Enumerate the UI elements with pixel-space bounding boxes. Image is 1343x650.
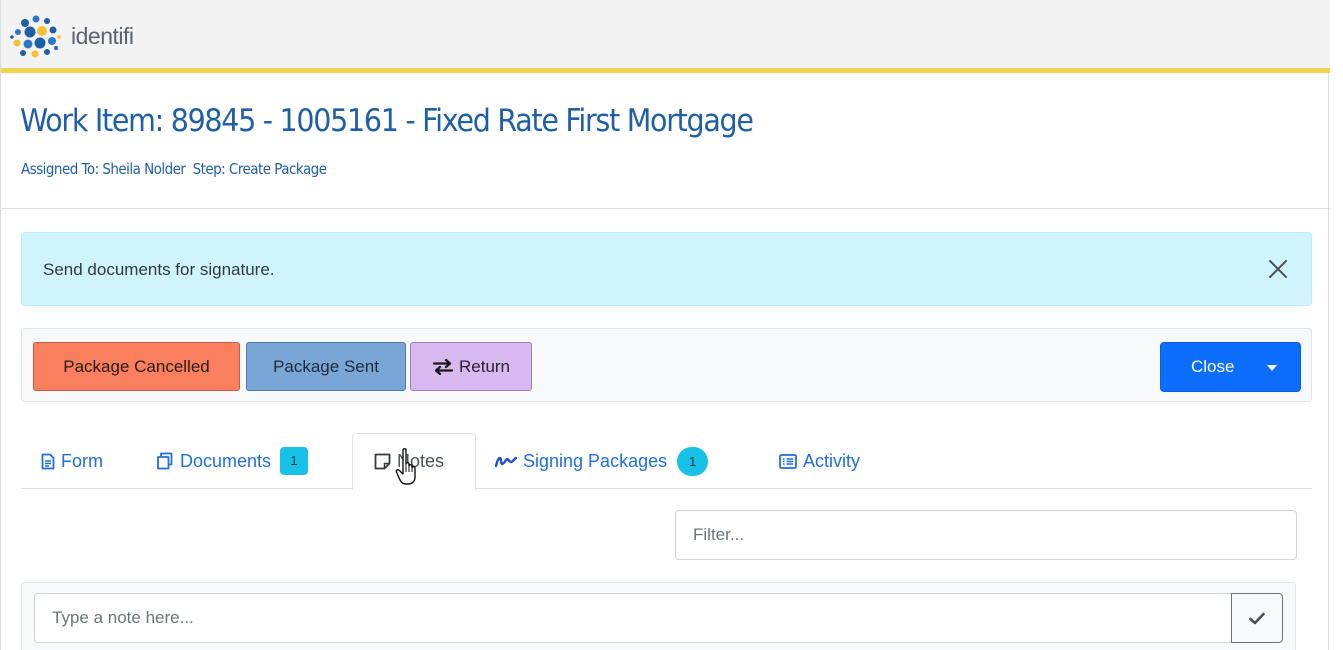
package-cancelled-button[interactable]: Package Cancelled <box>33 342 240 391</box>
tab-signing-packages[interactable]: Signing Packages 1 <box>495 433 709 489</box>
tab-form[interactable]: Form <box>41 433 103 489</box>
page-title: Work Item: 89845 - 1005161 - Fixed Rate … <box>20 103 754 139</box>
tab-documents-label: Documents <box>180 450 272 471</box>
check-icon <box>1249 612 1265 624</box>
app-frame: identifi Work Item: 89845 - 1005161 - Fi… <box>0 0 1330 650</box>
return-button[interactable]: Return <box>410 342 532 391</box>
arrows-exchange-icon <box>432 358 454 375</box>
sticky-note-icon <box>374 453 391 470</box>
step-text: Step: Create Package <box>192 160 327 178</box>
documents-count-badge: 1 <box>280 447 309 475</box>
copy-files-icon <box>157 452 173 470</box>
work-item-meta: Assigned To: Sheila Nolder Step: Create P… <box>21 160 327 178</box>
tab-activity[interactable]: Activity <box>779 433 860 489</box>
return-button-label: Return <box>458 356 511 376</box>
action-toolbar: Package Cancelled Package Sent Return Cl… <box>21 328 1312 402</box>
tab-signing-packages-label: Signing Packages <box>523 450 668 471</box>
tab-activity-label: Activity <box>803 450 861 471</box>
tab-form-label: Form <box>61 450 103 471</box>
signing-packages-count-badge: 1 <box>677 446 709 476</box>
list-alt-icon <box>779 453 797 469</box>
tab-documents[interactable]: Documents 1 <box>156 433 309 489</box>
brand-bar: identifi <box>1 0 1330 73</box>
assigned-to-text: Assigned To: Sheila Nolder <box>21 160 186 178</box>
alert-message: Send documents for signature. <box>43 260 275 279</box>
tab-notes-label: Notes <box>397 451 445 471</box>
info-alert: Send documents for signature. <box>21 232 1312 306</box>
brand-logo[interactable]: identifi <box>9 12 134 60</box>
brand-name: identifi <box>71 22 134 49</box>
note-entry-panel <box>21 582 1296 650</box>
add-note-button[interactable] <box>1231 593 1283 643</box>
caret-down-icon[interactable] <box>1267 365 1277 371</box>
identifi-logo-icon <box>10 15 61 58</box>
filter-input[interactable] <box>675 510 1297 560</box>
file-text-icon <box>41 453 55 469</box>
close-icon <box>1269 260 1287 278</box>
title-divider <box>1 208 1330 209</box>
tab-notes[interactable]: Notes <box>352 433 476 490</box>
note-input[interactable] <box>34 593 1231 643</box>
package-sent-button[interactable]: Package Sent <box>246 342 406 391</box>
tab-bar: Form Documents 1 Notes Signing Packages … <box>21 433 1312 490</box>
close-dropdown-button[interactable]: Close <box>1160 342 1301 392</box>
alert-close-button[interactable] <box>1263 254 1293 284</box>
signature-icon <box>495 456 517 468</box>
close-button-label: Close <box>1191 357 1235 376</box>
